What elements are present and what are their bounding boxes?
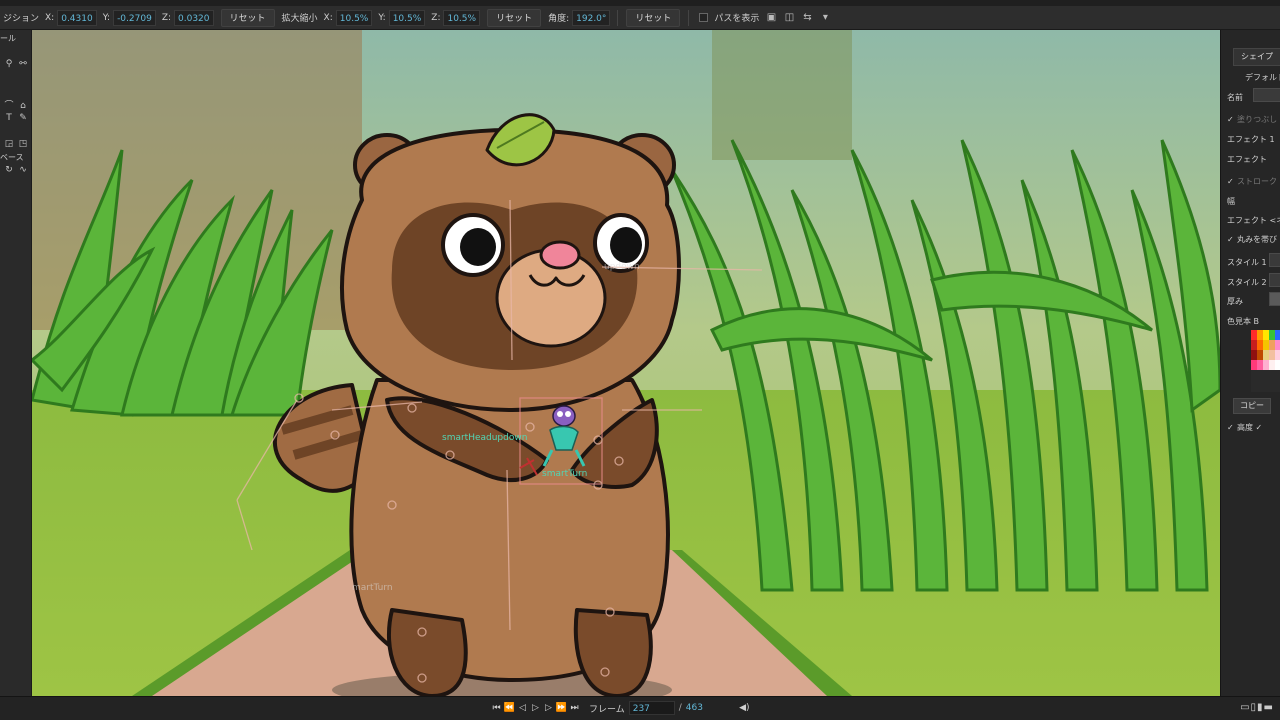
color-sample-label: 色見本 (1227, 317, 1251, 326)
angle-label: 角度: (548, 14, 570, 24)
layout-switcher-icon[interactable]: ▭▯▮▬ (1240, 702, 1274, 713)
fill-label: 塗りつぶし (1237, 115, 1278, 124)
effect2-label: エフェクト <ネ (1227, 215, 1280, 226)
bone-link-icon[interactable]: ⚯ (16, 58, 30, 70)
scale-z-field[interactable]: 10.5% (443, 9, 481, 26)
style1-dropdown[interactable] (1269, 253, 1280, 267)
stage-canvas[interactable]: smartHeadupdown smartTurn martTurn updow… (32, 30, 1220, 696)
tools-panel: ール ⚲ ⚯ ⌒ ⌂ T ✎ ◲ ◳ ベース ↻ ∿ (0, 30, 32, 696)
frame-label: フレーム (589, 704, 625, 715)
current-frame-input[interactable]: 237 (628, 701, 675, 715)
rig-label-updown-faint[interactable]: updown (604, 262, 640, 272)
scale-y-label: Y: (378, 12, 386, 23)
default-style-label: デフォルト (1245, 73, 1280, 82)
position-x-label: X: (45, 12, 55, 23)
transform-options-icon[interactable]: ⇆ (800, 12, 814, 23)
round-caps-checkbox[interactable]: ✓ (1227, 236, 1235, 244)
curve-tool-icon[interactable]: ⌒ (2, 100, 16, 112)
first-frame-icon[interactable]: ⏮ (490, 703, 503, 713)
reset-angle-button[interactable]: リセット (626, 8, 681, 27)
scale-label: 拡大縮小 (281, 14, 318, 24)
camera-tool-icon[interactable]: ◲ (2, 138, 16, 150)
name-input[interactable] (1253, 88, 1280, 102)
scale-x-label: X: (323, 12, 333, 23)
toolbar-divider (688, 9, 690, 26)
stroke-label: ストローク (1237, 177, 1277, 186)
timeline-controls: ⏮ ⏪ ◁ ▷ ▷ ⏩ ⏭ フレーム 237 / 463 ◀) ▭▯▮▬ (0, 696, 1280, 720)
fill-checkbox[interactable]: ✓ (1227, 116, 1235, 124)
transform-toolbar: ジション X: 0.4310 Y: -0.2709 Z: 0.0320 リセット… (0, 6, 1280, 30)
last-frame-icon[interactable]: ⏭ (568, 703, 581, 713)
dropdown-arrow-icon[interactable]: ▾ (818, 12, 832, 23)
tab-shape[interactable]: シェイプ (1233, 48, 1280, 66)
color-palette[interactable] (1251, 330, 1280, 392)
audio-icon[interactable]: ◀) (738, 703, 751, 713)
secondary-checkbox[interactable]: ✓ (1256, 424, 1264, 432)
position-label: ジション (3, 14, 40, 24)
position-x-field[interactable]: 0.4310 (57, 9, 97, 26)
position-z-label: Z: (161, 12, 172, 23)
wave-tool-icon[interactable]: ∿ (16, 164, 30, 176)
reset-scale-button[interactable]: リセット (487, 8, 542, 27)
brush-tool-icon[interactable]: ✎ (16, 112, 30, 124)
angle-field[interactable]: 192.0° (572, 9, 611, 26)
show-path-checkbox[interactable] (699, 13, 709, 22)
round-caps-label: 丸みを帯び (1237, 235, 1277, 244)
scale-x-field[interactable]: 10.5% (335, 9, 373, 26)
round-caps-row[interactable]: ✓ 丸みを帯び (1227, 234, 1277, 245)
scene-artwork (32, 30, 1220, 696)
bone-select-icon[interactable]: ⚲ (2, 58, 16, 70)
base-label: ベース (0, 153, 24, 162)
show-path-label: パスを表示 (714, 14, 760, 24)
effect2-dropdown[interactable]: <ネ (1270, 216, 1280, 225)
scale-y-field[interactable]: 10.5% (388, 9, 426, 26)
step-back-icon[interactable]: ◁ (516, 703, 529, 713)
text-tool-icon[interactable]: T (2, 112, 16, 124)
frame-icon[interactable]: ▣ (764, 12, 778, 23)
position-y-label: Y: (102, 12, 111, 23)
tools-panel-title: ール (0, 34, 16, 43)
style2-label: スタイル 2 (1227, 278, 1267, 287)
play-icon[interactable]: ▷ (529, 703, 542, 713)
brightness-row[interactable]: ✓ 高度 ✓ (1227, 422, 1266, 433)
effect-label: エフェクト (1227, 155, 1267, 164)
effect1-label: エフェクト 1 (1227, 135, 1275, 144)
width-label: 幅 (1227, 197, 1235, 206)
color-sample-row: 色見本 B (1227, 316, 1259, 327)
style-panel: シェイプ デフォルト 名前 ✓塗りつぶし エフェクト 1 エフェクト ✓ストロー… (1220, 30, 1280, 696)
rig-label-smart-headupdown[interactable]: smartHeadupdown (442, 433, 527, 443)
scale-z-label: Z: (431, 12, 441, 23)
brightness-checkbox[interactable]: ✓ (1227, 424, 1235, 432)
total-frames-value[interactable]: 463 (686, 703, 738, 713)
frame-separator: / (678, 703, 682, 713)
stroke-checkbox[interactable]: ✓ (1227, 178, 1235, 186)
stroke-checkbox-row[interactable]: ✓ ストローク (1227, 176, 1277, 187)
effect2-label-text: エフェクト (1227, 216, 1267, 225)
lock-icon[interactable]: ◫ (782, 12, 796, 23)
name-label: 名前 (1227, 93, 1243, 102)
rotate-tool-icon[interactable]: ↻ (2, 164, 16, 176)
toolbar-divider (617, 9, 619, 26)
previous-keyframe-icon[interactable]: ⏪ (503, 703, 516, 713)
fill-checkbox-row[interactable]: ✓ 塗りつぶし (1227, 114, 1277, 125)
playback-controls: ⏮ ⏪ ◁ ▷ ▷ ⏩ ⏭ フレーム 237 / 463 ◀) (490, 701, 751, 715)
style2-dropdown[interactable] (1269, 273, 1280, 287)
position-z-field[interactable]: 0.0320 (174, 9, 214, 26)
rig-label-smart-turn[interactable]: smartTurn (542, 469, 587, 479)
reset-position-button[interactable]: リセット (220, 8, 275, 27)
thickness-label: 厚み (1227, 297, 1243, 306)
style1-label: スタイル 1 (1227, 258, 1267, 267)
copy-button[interactable]: コピー (1233, 398, 1271, 414)
brightness-label: 高度 (1237, 423, 1253, 432)
color-sample-dropdown[interactable]: B (1254, 317, 1260, 326)
thickness-slider[interactable] (1269, 292, 1280, 306)
next-keyframe-icon[interactable]: ⏩ (555, 703, 568, 713)
rig-label-turn-faint[interactable]: martTurn (352, 583, 393, 593)
layer-tool-icon[interactable]: ◳ (16, 138, 30, 150)
app-window: ジション X: 0.4310 Y: -0.2709 Z: 0.0320 リセット… (0, 0, 1280, 720)
fill-tool-icon[interactable]: ⌂ (16, 100, 30, 112)
step-forward-icon[interactable]: ▷ (542, 703, 555, 713)
position-y-field[interactable]: -0.2709 (113, 9, 156, 26)
